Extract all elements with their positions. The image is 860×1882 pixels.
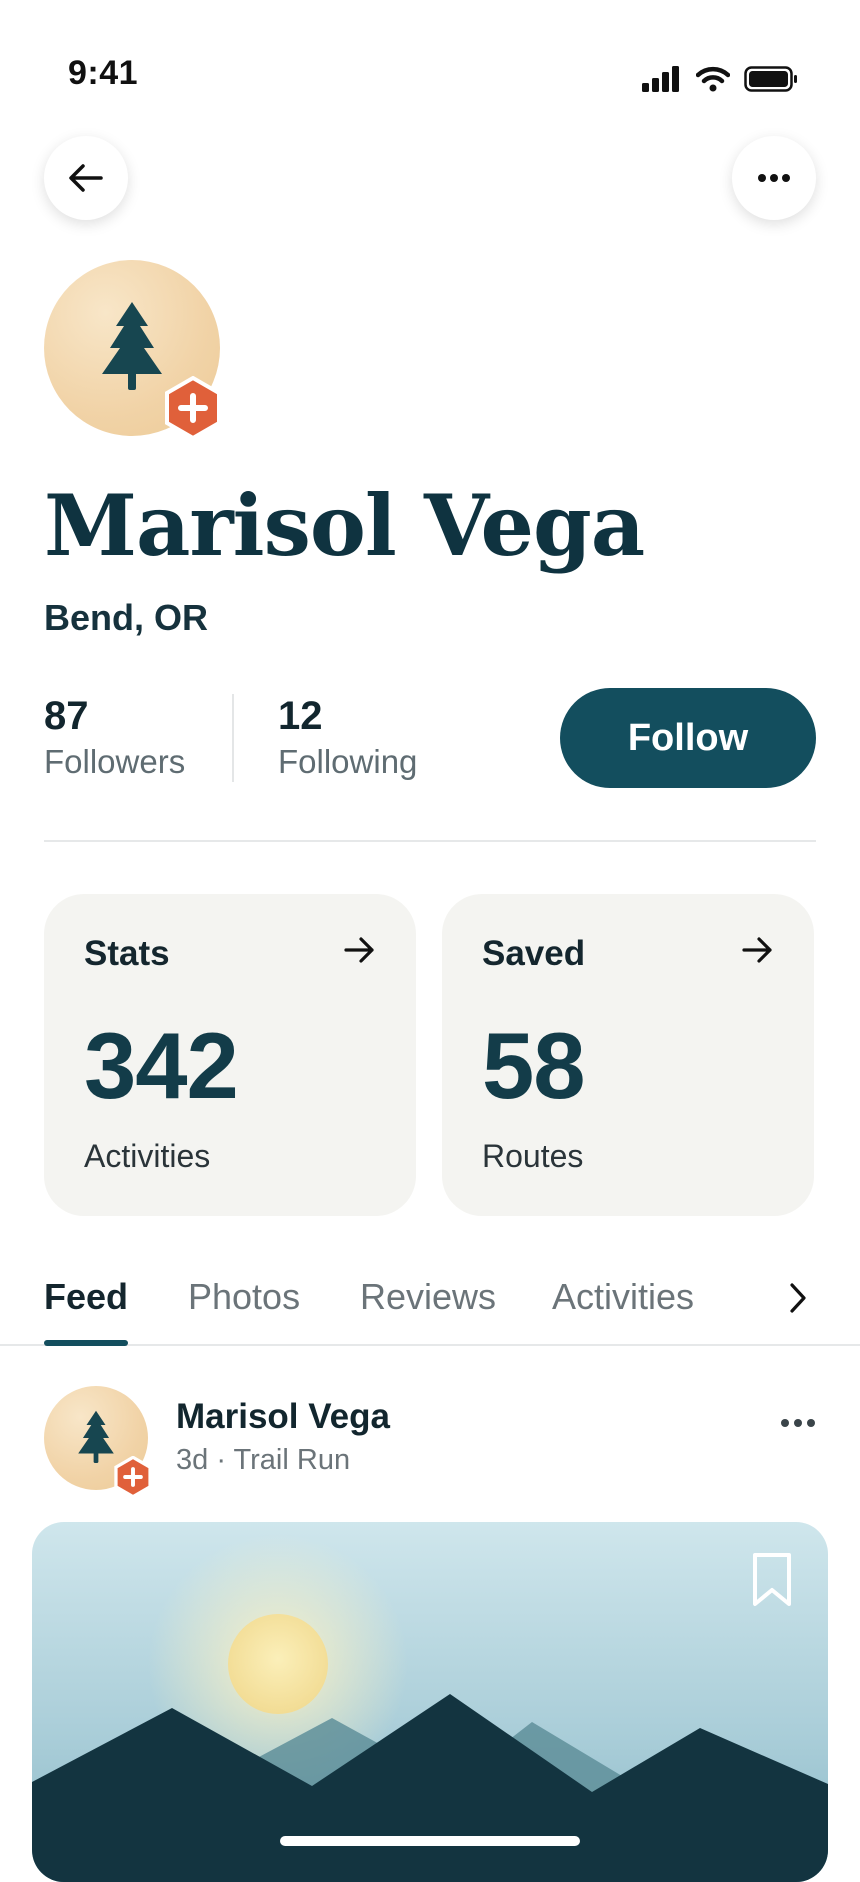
active-tab-indicator (44, 1340, 128, 1346)
tree-icon (78, 1410, 114, 1463)
signal-icon (642, 66, 679, 92)
post-photo[interactable] (32, 1522, 828, 1882)
saved-card-title: Saved (482, 934, 586, 973)
plus-hexagon-icon (165, 376, 221, 440)
status-icons (642, 66, 798, 92)
status-time: 9:41 (68, 54, 139, 92)
stats-card-label: Activities (84, 1138, 211, 1174)
profile-name: Marisol Vega (44, 476, 645, 575)
wifi-icon (696, 66, 730, 92)
stats-card-value: 342 (84, 1013, 239, 1118)
more-horizontal-icon[interactable] (780, 1418, 816, 1428)
chevron-right-icon[interactable] (788, 1282, 808, 1314)
saved-card-label: Routes (482, 1138, 584, 1174)
back-button[interactable] (44, 136, 128, 220)
stats-card[interactable]: Stats 342 Activities (44, 894, 416, 1216)
following-number: 12 (278, 694, 323, 738)
tab-activities[interactable]: Activities (552, 1276, 694, 1318)
more-horizontal-icon (758, 174, 790, 182)
profile-location: Bend, OR (44, 597, 209, 638)
arrow-right-icon (344, 937, 374, 963)
stats-card-title: Stats (84, 934, 170, 973)
mountain-sunrise-image (32, 1522, 828, 1882)
profile-tabs: Feed Photos Reviews Activities (0, 1276, 860, 1346)
counts-divider (232, 694, 234, 782)
tab-reviews[interactable]: Reviews (360, 1276, 496, 1318)
battery-icon (744, 66, 797, 92)
following-label: Following (278, 743, 418, 780)
follow-button[interactable]: Follow (560, 688, 816, 788)
followers-label: Followers (44, 743, 186, 780)
bookmark-icon[interactable] (752, 1552, 792, 1608)
followers-count[interactable]: 87 Followers (44, 694, 185, 781)
arrow-right-icon (742, 937, 772, 963)
section-divider (44, 840, 816, 842)
arrow-left-icon (69, 164, 103, 192)
tab-photos[interactable]: Photos (188, 1276, 300, 1318)
following-count[interactable]: 12 Following (278, 694, 417, 781)
post-author[interactable]: Marisol Vega (176, 1397, 390, 1437)
saved-card-value: 58 (482, 1013, 586, 1118)
tab-feed[interactable]: Feed (44, 1276, 128, 1318)
followers-number: 87 (44, 694, 89, 738)
tabs-divider (0, 1344, 860, 1346)
post-meta: 3d · Trail Run (176, 1444, 351, 1476)
tree-icon (102, 302, 162, 390)
more-options-button[interactable] (732, 136, 816, 220)
plus-hexagon-icon (114, 1456, 152, 1498)
saved-card[interactable]: Saved 58 Routes (442, 894, 814, 1216)
home-indicator (280, 1836, 580, 1846)
